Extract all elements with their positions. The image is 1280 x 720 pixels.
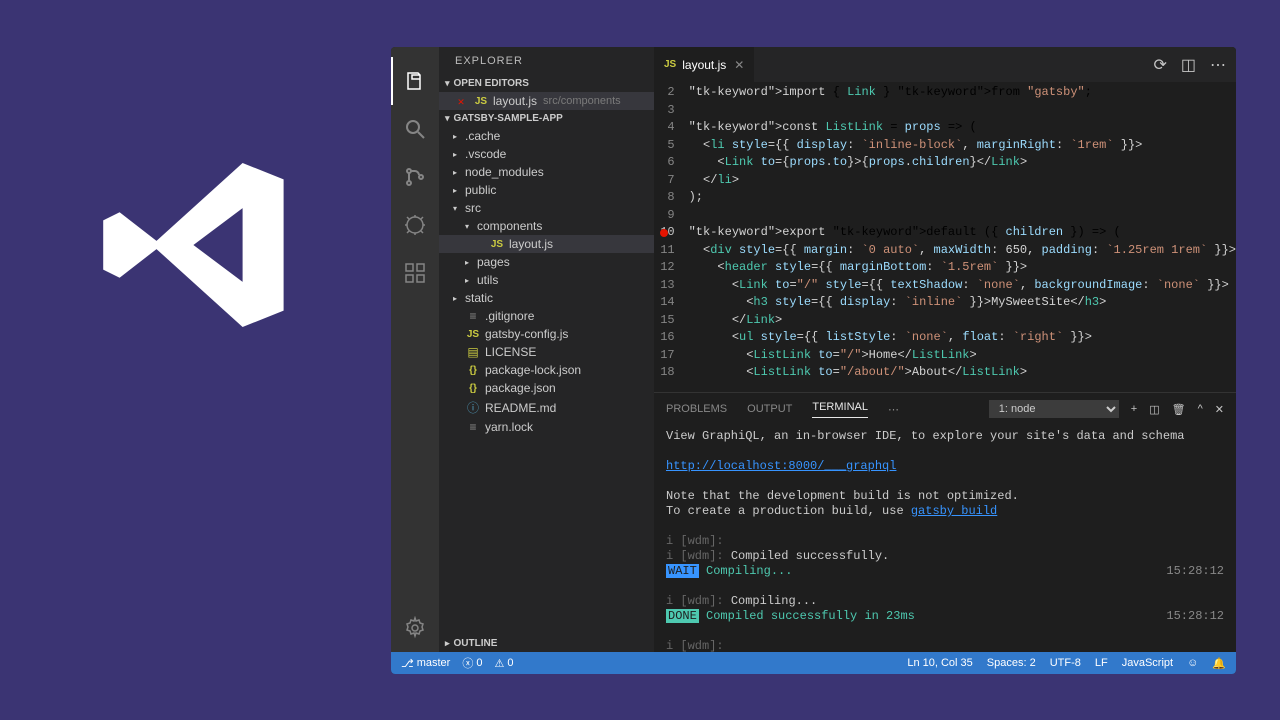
tree-item-LICENSE[interactable]: ▤LICENSE <box>439 343 654 361</box>
explorer-icon[interactable] <box>391 57 439 105</box>
editor-area: JS layout.js ✕ ⟳ ◫ ⋯ 2345678910111213141… <box>654 47 1236 652</box>
tree-item-README-md[interactable]: ⓘREADME.md <box>439 397 654 418</box>
notifications-icon[interactable]: 🔔 <box>1212 657 1226 670</box>
tree-item-node-modules[interactable]: ▸node_modules <box>439 163 654 181</box>
vscode-window: EXPLORER ▾OPEN EDITORS ✕ JS layout.js sr… <box>391 47 1236 674</box>
tree-item-package-json[interactable]: {}package.json <box>439 379 654 397</box>
editor-tab[interactable]: JS layout.js ✕ <box>654 47 754 82</box>
problems-tab[interactable]: PROBLEMS <box>666 403 727 415</box>
feedback-icon[interactable]: ☺ <box>1187 657 1198 670</box>
close-icon[interactable]: ✕ <box>734 58 744 72</box>
warnings-count[interactable]: ⚠0 <box>494 655 513 671</box>
terminal-tab[interactable]: TERMINAL <box>812 401 868 418</box>
more-icon[interactable]: ⋯ <box>1210 55 1226 75</box>
output-tab[interactable]: OUTPUT <box>747 403 792 415</box>
indent-status[interactable]: Spaces: 2 <box>987 657 1036 670</box>
tree-item-gatsby-config-js[interactable]: JSgatsby-config.js <box>439 325 654 343</box>
tree-item-static[interactable]: ▸static <box>439 289 654 307</box>
tree-item-package-lock-json[interactable]: {}package-lock.json <box>439 361 654 379</box>
debug-icon[interactable] <box>391 201 439 249</box>
open-editors-section[interactable]: ▾OPEN EDITORS <box>439 75 654 92</box>
project-section[interactable]: ▾GATSBY-SAMPLE-APP <box>439 110 654 127</box>
tree-item--vscode[interactable]: ▸.vscode <box>439 145 654 163</box>
tree-item-components[interactable]: ▾components <box>439 217 654 235</box>
split-terminal-icon[interactable]: ◫ <box>1149 403 1159 416</box>
git-branch[interactable]: ⎇ master <box>401 655 450 671</box>
kill-terminal-icon[interactable]: 🗑 <box>1172 403 1186 416</box>
explorer-sidebar: EXPLORER ▾OPEN EDITORS ✕ JS layout.js sr… <box>439 47 654 652</box>
vscode-logo <box>95 130 300 360</box>
extensions-icon[interactable] <box>391 249 439 297</box>
tree-item-utils[interactable]: ▸utils <box>439 271 654 289</box>
error-icon: ⓧ <box>462 655 473 671</box>
tree-item-src[interactable]: ▾src <box>439 199 654 217</box>
terminal-output[interactable]: View GraphiQL, an in-browser IDE, to exp… <box>654 425 1236 652</box>
terminal-select[interactable]: 1: node <box>989 400 1119 418</box>
tree-item-layout-js[interactable]: JSlayout.js <box>439 235 654 253</box>
open-editor-item[interactable]: ✕ JS layout.js src/components <box>439 92 654 110</box>
settings-gear-icon[interactable] <box>391 604 439 652</box>
close-panel-icon[interactable]: ✕ <box>1215 403 1224 416</box>
panel-more-icon[interactable]: ⋯ <box>888 403 899 416</box>
maximize-panel-icon[interactable]: ^ <box>1198 403 1203 416</box>
bottom-panel: PROBLEMS OUTPUT TERMINAL ⋯ 1: node + ◫ 🗑… <box>654 392 1236 652</box>
language-status[interactable]: JavaScript <box>1122 657 1173 670</box>
js-icon: JS <box>473 96 489 107</box>
tab-bar: JS layout.js ✕ ⟳ ◫ ⋯ <box>654 47 1236 82</box>
tree-item-yarn-lock[interactable]: ≡yarn.lock <box>439 418 654 436</box>
tree-item-public[interactable]: ▸public <box>439 181 654 199</box>
tree-item--gitignore[interactable]: ≡.gitignore <box>439 307 654 325</box>
branch-icon: ⎇ <box>401 657 414 670</box>
sidebar-title: EXPLORER <box>439 47 654 75</box>
code-editor[interactable]: 23456789101112131415161718 "tk-keyword">… <box>654 82 1236 392</box>
file-tree: ▸.cache▸.vscode▸node_modules▸public▾src▾… <box>439 127 654 635</box>
activity-bar <box>391 47 439 652</box>
search-icon[interactable] <box>391 105 439 153</box>
eol-status[interactable]: LF <box>1095 657 1108 670</box>
outline-section[interactable]: ▸OUTLINE <box>439 635 654 652</box>
new-terminal-icon[interactable]: + <box>1131 403 1137 416</box>
status-bar: ⎇ master ⓧ0 ⚠0 Ln 10, Col 35 Spaces: 2 U… <box>391 652 1236 674</box>
compare-icon[interactable]: ⟳ <box>1153 55 1166 75</box>
encoding-status[interactable]: UTF-8 <box>1050 657 1081 670</box>
source-control-icon[interactable] <box>391 153 439 201</box>
tree-item-pages[interactable]: ▸pages <box>439 253 654 271</box>
tree-item--cache[interactable]: ▸.cache <box>439 127 654 145</box>
cursor-position[interactable]: Ln 10, Col 35 <box>907 657 972 670</box>
errors-count[interactable]: ⓧ0 <box>462 655 482 671</box>
js-icon: JS <box>664 59 676 70</box>
warning-icon: ⚠ <box>494 657 504 670</box>
split-editor-icon[interactable]: ◫ <box>1181 55 1196 75</box>
